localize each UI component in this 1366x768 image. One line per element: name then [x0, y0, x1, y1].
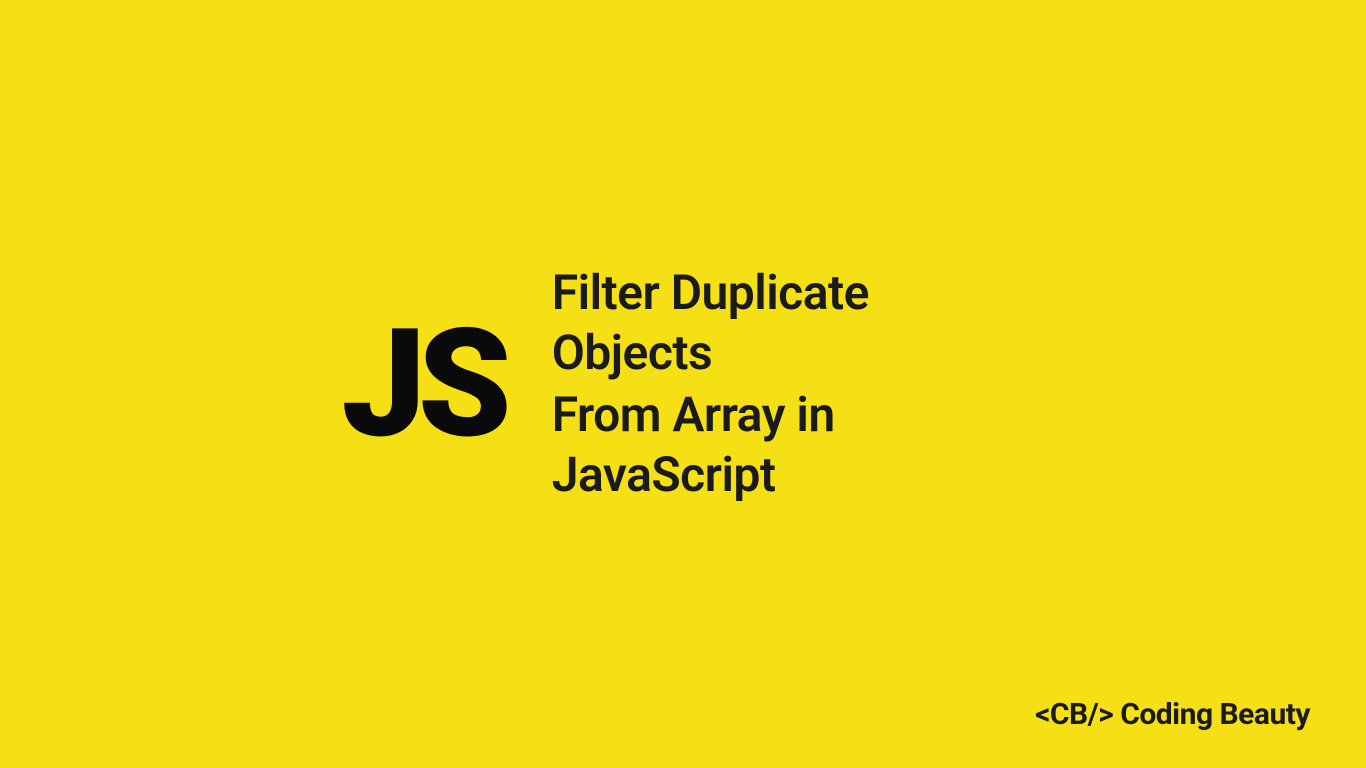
brand-attribution: <CB/> Coding Beauty — [1035, 697, 1310, 732]
js-badge: JS — [342, 309, 504, 459]
main-content: JS Filter Duplicate Objects From Array i… — [342, 263, 1025, 505]
headline-line-1: Filter Duplicate Objects — [552, 263, 1025, 383]
headline: Filter Duplicate Objects From Array in J… — [552, 263, 1025, 505]
headline-line-2: From Array in JavaScript — [552, 385, 1025, 505]
